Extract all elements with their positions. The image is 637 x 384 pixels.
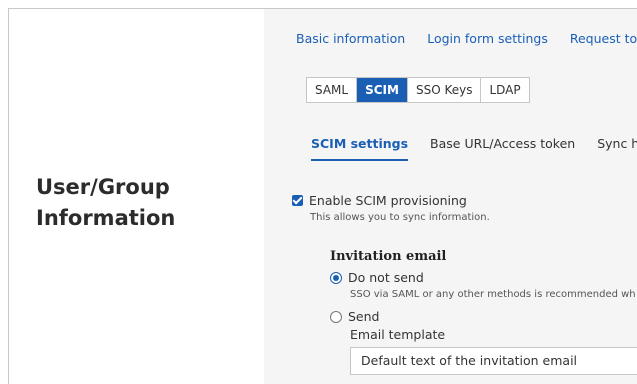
- link-login-form-settings[interactable]: Login form settings: [427, 31, 548, 46]
- enable-scim-hint: This allows you to sync information.: [310, 212, 490, 223]
- tab-scim-settings[interactable]: SCIM settings: [311, 136, 409, 161]
- settings-panel: Basic information Login form settings Re…: [264, 9, 637, 384]
- tab-scim[interactable]: SCIM: [357, 78, 408, 102]
- scim-sub-tabs: SCIM settings Base URL/Access token Sync…: [311, 136, 637, 161]
- invitation-email-title: Invitation email: [330, 249, 447, 264]
- top-link-nav: Basic information Login form settings Re…: [296, 31, 637, 46]
- radio-row-do-not-send[interactable]: Do not send: [330, 270, 424, 285]
- enable-scim-label: Enable SCIM provisioning: [309, 193, 467, 208]
- radio-send-label: Send: [348, 309, 380, 324]
- enable-scim-checkbox[interactable]: [292, 195, 303, 206]
- section-heading: User/Group Information: [36, 172, 236, 234]
- section-heading-line2: Information: [36, 206, 176, 230]
- link-request-to-change[interactable]: Request to cha: [570, 31, 637, 46]
- enable-scim-checkbox-row[interactable]: Enable SCIM provisioning: [292, 193, 467, 208]
- tab-sync-history[interactable]: Sync hist: [597, 136, 637, 159]
- tab-sso-keys[interactable]: SSO Keys: [407, 78, 482, 102]
- radio-send[interactable]: [330, 310, 342, 323]
- email-template-label: Email template: [350, 327, 446, 342]
- radio-do-not-send[interactable]: [330, 271, 342, 284]
- tab-saml[interactable]: SAML: [307, 78, 358, 102]
- radio-row-send[interactable]: Send: [330, 309, 379, 324]
- section-heading-line1: User/Group: [36, 175, 170, 199]
- do-not-send-hint: SSO via SAML or any other methods is rec…: [350, 289, 636, 300]
- tab-base-url-access-token[interactable]: Base URL/Access token: [430, 136, 575, 159]
- protocol-tab-group: SAML SCIM SSO Keys LDAP: [306, 77, 530, 103]
- radio-do-not-send-label: Do not send: [348, 270, 424, 285]
- link-basic-information[interactable]: Basic information: [296, 31, 405, 46]
- email-template-select[interactable]: Default text of the invitation email: [350, 347, 637, 375]
- tab-ldap[interactable]: LDAP: [481, 78, 529, 102]
